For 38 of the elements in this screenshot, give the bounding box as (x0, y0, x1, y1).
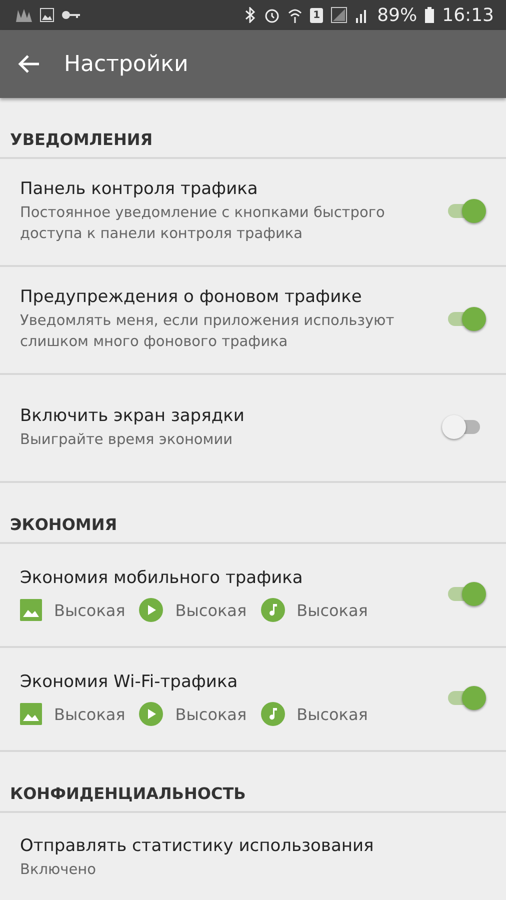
wifi-icon (288, 7, 302, 23)
clock: 16:13 (442, 4, 494, 26)
level-label: Высокая (296, 704, 368, 724)
setting-title: Экономия Wi-Fi-трафика (20, 672, 239, 692)
bluetooth-icon (244, 7, 256, 23)
setting-value: Включено (20, 860, 98, 880)
play-icon (139, 702, 164, 726)
level-label: Высокая (296, 600, 368, 620)
setting-title: Панель контроля трафика (20, 179, 259, 199)
setting-description: Уведомлять меня, если приложения используют слишком много фонового трафика (20, 312, 396, 352)
battery-percentage: 89% (377, 4, 418, 26)
level-label: Высокая (175, 704, 247, 724)
music-note-icon (260, 598, 285, 622)
sim-label: 1 (310, 8, 324, 22)
section-header: КОНФИДЕНЦИАЛЬНОСТЬ (0, 752, 506, 813)
section-header: ЭКОНОМИЯ (0, 483, 506, 544)
screen-title: Настройки (64, 52, 188, 76)
image-icon (20, 599, 42, 621)
battery-icon (425, 7, 434, 23)
section-header: УВЕДОМЛЕНИЯ (0, 98, 506, 159)
play-icon (139, 598, 164, 622)
back-arrow-icon[interactable] (18, 54, 40, 74)
level-label: Высокая (54, 600, 126, 620)
setting-description: Постоянное уведомление с кнопками быстрого доступа к панели контроля трафика (20, 204, 386, 244)
signal-icon (331, 7, 348, 23)
setting-description: Выиграйте время экономии (20, 430, 234, 450)
setting-title: Предупреждения о фоновом трафике (20, 287, 363, 307)
key-icon (62, 10, 80, 20)
level-label: Высокая (175, 600, 247, 620)
image-icon (20, 703, 42, 725)
chart-icon (16, 8, 32, 22)
setting-title: Отправлять статистику использования (20, 836, 375, 856)
music-note-icon (260, 702, 285, 726)
level-label: Высокая (54, 704, 126, 724)
alarm-icon (264, 7, 280, 23)
image-icon (40, 8, 54, 22)
setting-title: Включить экран зарядки (20, 406, 246, 426)
setting-title: Экономия мобильного трафика (20, 568, 304, 588)
